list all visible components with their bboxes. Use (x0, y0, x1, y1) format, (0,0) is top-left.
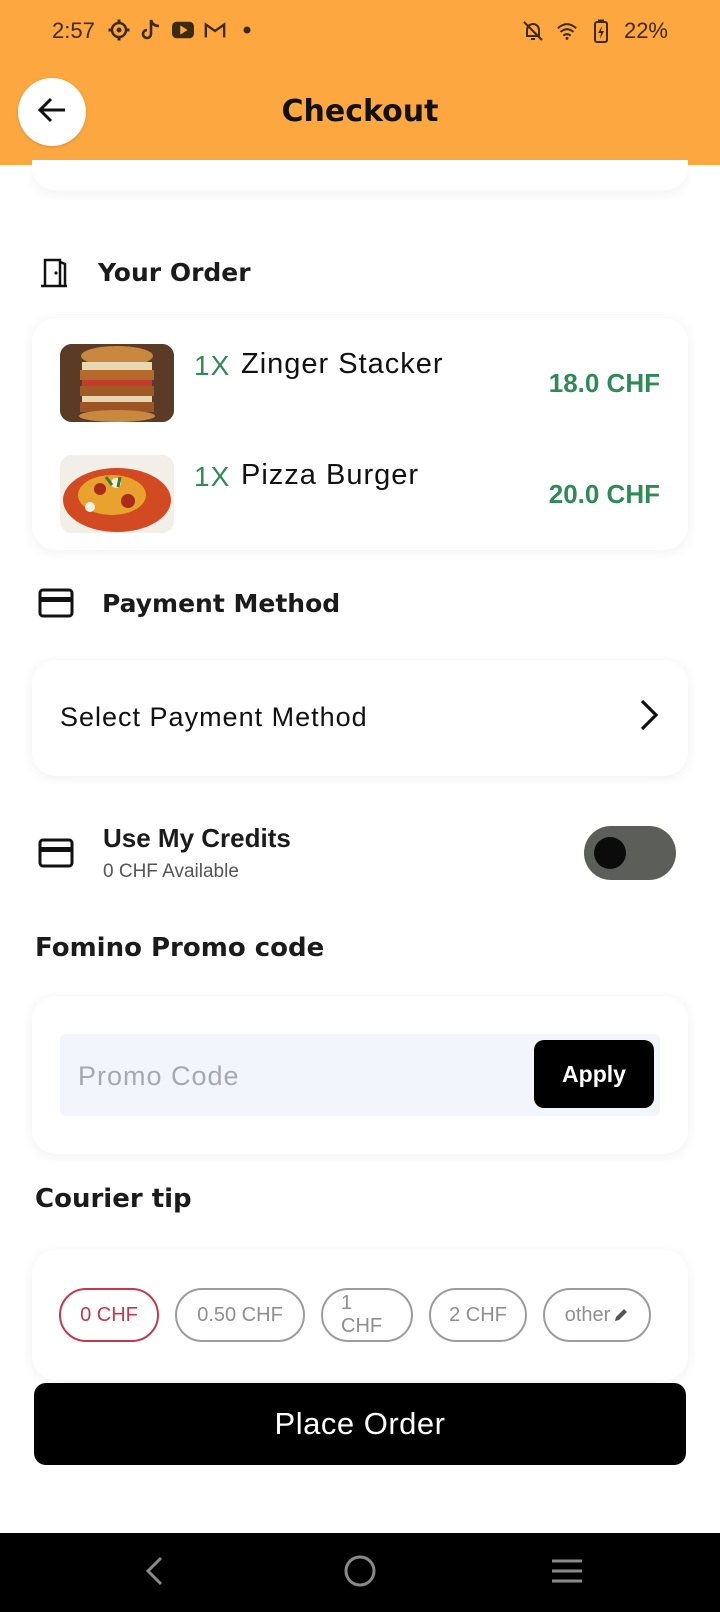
nav-home-icon (343, 1554, 377, 1592)
item-qty: 1X (194, 350, 231, 381)
item-name: Zinger Stacker (241, 348, 444, 380)
status-time: 2:57 (52, 18, 95, 43)
promo-field: Apply (60, 1034, 660, 1116)
place-order-button[interactable]: Place Order (34, 1383, 686, 1465)
chevron-right-icon (638, 698, 660, 736)
page-title: Checkout (281, 94, 439, 129)
tip-option-other[interactable]: other (543, 1288, 651, 1342)
gmail-icon (204, 19, 226, 41)
status-bar: 2:57 22% (0, 0, 720, 60)
credit-card-icon (38, 838, 74, 868)
pencil-icon (613, 1307, 629, 1323)
youtube-icon (172, 19, 194, 41)
tip-options: 0 CHF 0.50 CHF 1 CHF 2 CHF other (59, 1288, 651, 1342)
food-image (60, 455, 174, 533)
tiktok-icon (140, 19, 162, 41)
item-price: 20.0 CHF (548, 479, 660, 509)
credit-card-icon (38, 588, 74, 618)
promo-section-label: Fomino Promo code (35, 933, 325, 963)
door-icon (38, 256, 70, 288)
select-payment-method-button[interactable]: Select Payment Method (32, 660, 688, 776)
app-header: 2:57 22% Checkout (0, 0, 720, 165)
tip-option-050[interactable]: 0.50 CHF (175, 1288, 305, 1342)
nav-recents-button[interactable] (545, 1551, 589, 1595)
battery-icon (590, 19, 612, 43)
nav-home-button[interactable] (338, 1551, 382, 1595)
tip-card: 0 CHF 0.50 CHF 1 CHF 2 CHF other (32, 1250, 688, 1380)
item-name: Pizza Burger (241, 459, 420, 491)
mute-icon (522, 20, 544, 42)
toggle-knob (594, 837, 626, 869)
nav-back-icon (142, 1555, 166, 1591)
section-label: Your Order (98, 257, 251, 287)
promo-code-input[interactable] (78, 1056, 508, 1096)
select-payment-label: Select Payment Method (60, 702, 368, 732)
use-credits-label: Use My Credits (103, 823, 291, 853)
tip-option-2[interactable]: 2 CHF (429, 1288, 527, 1342)
nav-back-button[interactable] (132, 1551, 176, 1595)
payment-method-header: Payment Method (38, 588, 340, 618)
battery-percent: 22% (623, 18, 668, 43)
system-nav-bar (0, 1533, 720, 1612)
order-item: 1X Zinger Stacker 18.0 CHF (60, 344, 660, 422)
section-label: Payment Method (102, 588, 341, 618)
tip-option-1[interactable]: 1 CHF (321, 1288, 413, 1342)
wifi-icon (556, 20, 578, 42)
credits-available: 0 CHF Available (103, 861, 239, 882)
promo-card: Apply (32, 996, 688, 1154)
settings-icon (108, 19, 130, 41)
tip-other-label: other (564, 1303, 611, 1326)
dot-icon (236, 19, 258, 41)
address-card-bottom (32, 160, 688, 190)
tip-option-0[interactable]: 0 CHF (59, 1288, 159, 1342)
item-qty: 1X (194, 461, 231, 492)
use-credits-toggle[interactable] (584, 826, 676, 880)
nav-menu-icon (550, 1557, 584, 1589)
tip-section-label: Courier tip (35, 1184, 192, 1214)
apply-button[interactable]: Apply (534, 1040, 654, 1108)
your-order-header: Your Order (38, 256, 251, 288)
order-item: 1X Pizza Burger 20.0 CHF (60, 455, 660, 533)
food-image (60, 344, 174, 422)
item-price: 18.0 CHF (548, 368, 660, 398)
